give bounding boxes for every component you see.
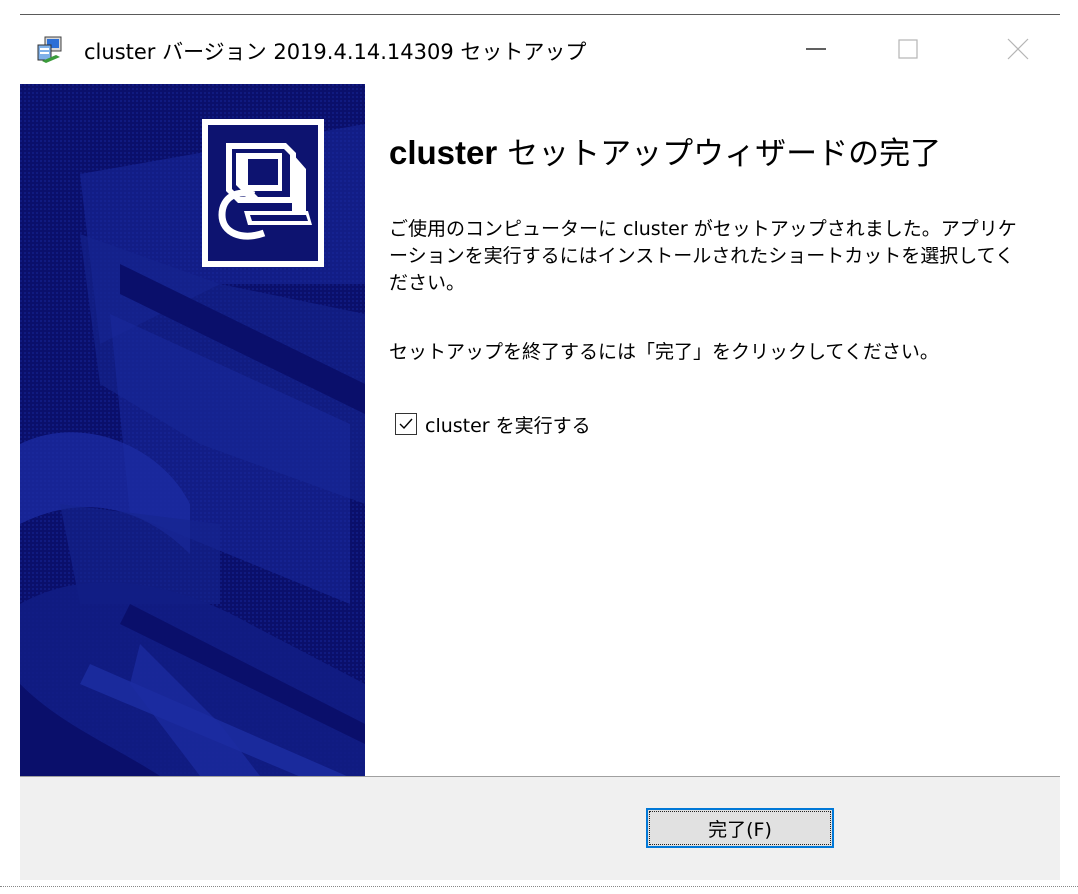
setup-computer-logo bbox=[202, 119, 324, 267]
title-bar: cluster バージョン 2019.4.14.14309 セットアップ bbox=[20, 15, 1060, 81]
run-app-checkbox[interactable] bbox=[395, 413, 417, 435]
page-title: cluster セットアップウィザードの完了 bbox=[389, 128, 941, 173]
computer-install-icon bbox=[218, 143, 312, 240]
page-title-rest: セットアップウィザードの完了 bbox=[497, 136, 942, 172]
minimize-button[interactable] bbox=[786, 27, 846, 69]
checkmark-icon bbox=[399, 418, 413, 430]
maximize-icon bbox=[898, 39, 918, 59]
wizard-sidebar-banner bbox=[20, 84, 365, 776]
wizard-footer: 完了(F) bbox=[20, 777, 1060, 880]
dotted-border bbox=[0, 886, 1078, 887]
run-app-checkbox-label[interactable]: cluster を実行する bbox=[425, 411, 591, 438]
close-icon bbox=[1007, 38, 1029, 60]
maximize-button[interactable] bbox=[878, 27, 938, 69]
close-button[interactable] bbox=[988, 27, 1048, 69]
finish-instruction: セットアップを終了するには「完了」をクリックしてください。 bbox=[389, 341, 939, 363]
setup-window: cluster バージョン 2019.4.14.14309 セットアップ clu… bbox=[20, 14, 1060, 880]
installer-icon bbox=[36, 35, 64, 63]
wizard-content: cluster セットアップウィザードの完了 ご使用のコンピューターに clus… bbox=[365, 84, 1060, 776]
run-app-option[interactable]: cluster を実行する bbox=[395, 409, 591, 439]
completion-message: ご使用のコンピューターに cluster がセットアップされました。アプリケ ー… bbox=[389, 218, 1017, 294]
minimize-icon bbox=[806, 48, 826, 50]
finish-button[interactable]: 完了(F) bbox=[646, 808, 834, 848]
window-title: cluster バージョン 2019.4.14.14309 セットアップ bbox=[84, 40, 587, 64]
page-title-product: cluster bbox=[389, 134, 498, 171]
